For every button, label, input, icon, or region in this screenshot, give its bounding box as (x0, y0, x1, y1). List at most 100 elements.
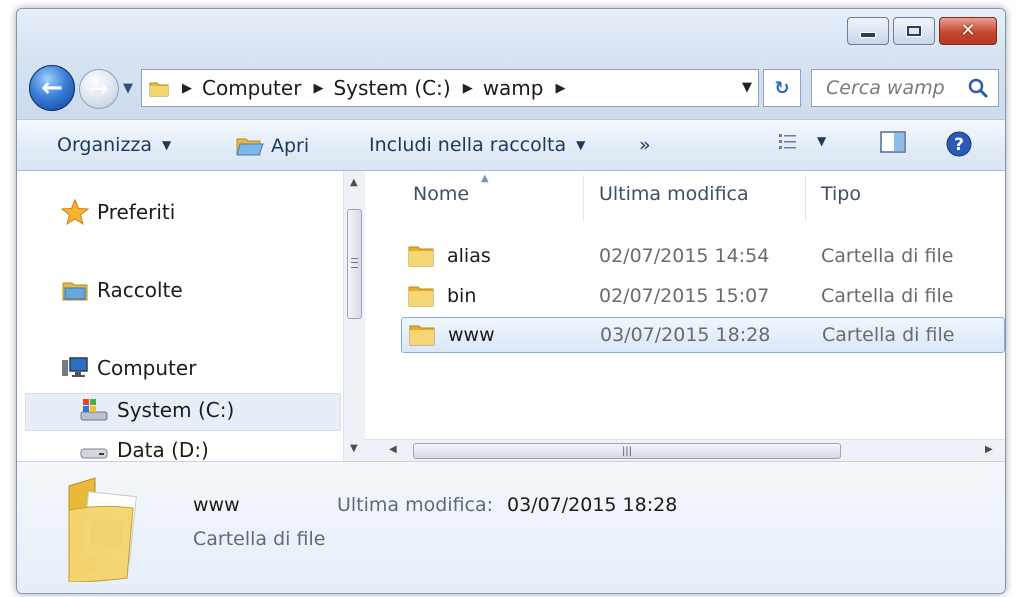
preview-pane-button[interactable] (879, 130, 907, 154)
scrollbar-thumb[interactable]: ||| (413, 443, 841, 459)
sidebar-item-system-c[interactable]: System (C:) (79, 397, 234, 423)
forward-arrow-icon: → (89, 76, 109, 102)
maximize-button[interactable] (893, 17, 935, 45)
more-label: » (639, 134, 651, 156)
file-row[interactable]: alias 02/07/2015 14:54 Cartella di file (401, 239, 1005, 275)
file-row[interactable]: bin 02/07/2015 15:07 Cartella di file (401, 279, 1005, 315)
organize-label: Organizza (57, 134, 153, 156)
details-item-type: Cartella di file (193, 528, 326, 550)
window-controls: ✕ (843, 17, 997, 45)
breadcrumb-arrow-icon[interactable]: ▶ (182, 81, 192, 96)
details-pane: www Cartella di file Ultima modifica: 03… (17, 461, 1005, 593)
column-header-type[interactable]: Tipo (821, 183, 861, 205)
sidebar-item-label: Raccolte (97, 278, 183, 302)
column-divider[interactable] (805, 175, 806, 221)
back-arrow-icon: ← (41, 73, 63, 103)
scroll-down-icon[interactable]: ▼ (350, 443, 358, 454)
include-in-library-menu[interactable]: Includi nella raccolta ▼ (369, 134, 585, 156)
system-drive-icon (79, 397, 109, 423)
chevron-down-icon: ▼ (817, 134, 827, 148)
include-label: Includi nella raccolta (369, 134, 567, 156)
sidebar-item-data-d[interactable]: Data (D:) (79, 437, 209, 461)
breadcrumb-computer[interactable]: Computer (202, 76, 301, 100)
folder-icon (408, 286, 434, 307)
file-type: Cartella di file (822, 324, 955, 346)
file-list: ▲ Nome Ultima modifica Tipo alias 02/07/… (365, 171, 1005, 439)
open-label: Apri (271, 135, 310, 157)
file-modified: 03/07/2015 18:28 (600, 324, 771, 346)
sort-ascending-icon: ▲ (481, 173, 489, 184)
organize-menu[interactable]: Organizza ▼ (57, 134, 171, 156)
explorer-window: ✕ ← → ▼ ▶ Computer ▶ System (C:) ▶ wamp … (16, 8, 1006, 594)
file-row-selected[interactable]: www 03/07/2015 18:28 Cartella di file (401, 317, 1005, 353)
refresh-icon: ↻ (774, 77, 790, 99)
scrollbar-thumb[interactable] (347, 209, 362, 319)
chevron-down-icon: ▼ (576, 138, 586, 152)
column-header-modified[interactable]: Ultima modifica (599, 183, 749, 205)
forward-button[interactable]: → (79, 69, 119, 109)
file-name: www (448, 324, 495, 346)
preview-pane-icon (880, 131, 906, 153)
folder-icon (408, 246, 434, 267)
close-button[interactable]: ✕ (939, 17, 997, 45)
sidebar-item-computer[interactable]: Computer (61, 355, 196, 381)
search-input[interactable] (824, 76, 968, 100)
open-folder-icon (236, 138, 264, 156)
breadcrumb-wamp[interactable]: wamp (483, 76, 544, 100)
file-type: Cartella di file (821, 245, 954, 267)
svg-text:?: ? (954, 135, 964, 155)
folder-icon (149, 82, 169, 97)
folder-icon (409, 325, 435, 346)
help-button[interactable]: ? (945, 130, 973, 158)
navigation-pane: Preferiti Raccolte Computer System (C:) (17, 171, 343, 461)
computer-icon (61, 355, 89, 381)
address-dropdown-icon[interactable]: ▼ (742, 80, 752, 95)
folder-thumbnail-icon (68, 477, 137, 582)
scroll-right-icon[interactable]: ▶ (985, 444, 993, 455)
more-commands-button[interactable]: » (639, 134, 651, 156)
help-icon: ? (946, 131, 972, 157)
navigation-bar: ← → ▼ ▶ Computer ▶ System (C:) ▶ wamp ▶ … (17, 61, 1005, 111)
breadcrumb-arrow-icon[interactable]: ▶ (555, 81, 565, 96)
file-type: Cartella di file (821, 285, 954, 307)
drive-icon (79, 437, 109, 461)
file-list-horizontal-scrollbar[interactable]: ◀ ||| ▶ (365, 439, 1005, 462)
details-modified-label: Ultima modifica: (337, 494, 494, 516)
grip-icon (351, 258, 358, 268)
title-bar: ✕ ← → ▼ ▶ Computer ▶ System (C:) ▶ wamp … (17, 9, 1005, 119)
libraries-icon (61, 277, 89, 303)
scroll-left-icon[interactable]: ◀ (389, 444, 397, 455)
minimize-icon (860, 32, 876, 38)
sidebar-item-label: Preferiti (97, 200, 176, 224)
history-dropdown-icon[interactable]: ▼ (123, 81, 133, 96)
back-button[interactable]: ← (29, 65, 75, 111)
sidebar-item-label: Data (D:) (117, 438, 209, 461)
maximize-icon (907, 26, 921, 36)
sidebar-item-favorites[interactable]: Preferiti (61, 199, 175, 225)
address-bar[interactable]: ▶ Computer ▶ System (C:) ▶ wamp ▶ ▼ (141, 69, 759, 107)
column-divider[interactable] (583, 175, 584, 221)
scroll-up-icon[interactable]: ▲ (350, 177, 358, 188)
sidebar-item-libraries[interactable]: Raccolte (61, 277, 183, 303)
star-icon (61, 199, 89, 225)
search-icon[interactable] (966, 76, 990, 100)
command-bar: Organizza ▼ Apri Includi nella raccolta … (17, 119, 1005, 171)
breadcrumb-system-c[interactable]: System (C:) (333, 76, 450, 100)
file-name: alias (447, 245, 491, 267)
search-box[interactable] (811, 69, 999, 107)
grip-icon: ||| (621, 445, 633, 457)
details-view-icon (779, 134, 796, 149)
file-name: bin (447, 285, 477, 307)
refresh-button[interactable]: ↻ (763, 69, 801, 107)
breadcrumb-arrow-icon[interactable]: ▶ (313, 81, 323, 96)
open-button[interactable]: Apri (235, 134, 309, 158)
file-modified: 02/07/2015 15:07 (599, 285, 770, 307)
navigation-pane-scrollbar[interactable]: ▲ ▼ (343, 171, 366, 461)
details-item-name: www (193, 494, 240, 516)
file-modified: 02/07/2015 14:54 (599, 245, 770, 267)
breadcrumb-arrow-icon[interactable]: ▶ (463, 81, 473, 96)
column-header-name[interactable]: Nome (413, 183, 469, 205)
view-options[interactable]: ▼ (777, 130, 826, 152)
minimize-button[interactable] (847, 17, 889, 45)
sidebar-item-label: Computer (97, 356, 197, 380)
